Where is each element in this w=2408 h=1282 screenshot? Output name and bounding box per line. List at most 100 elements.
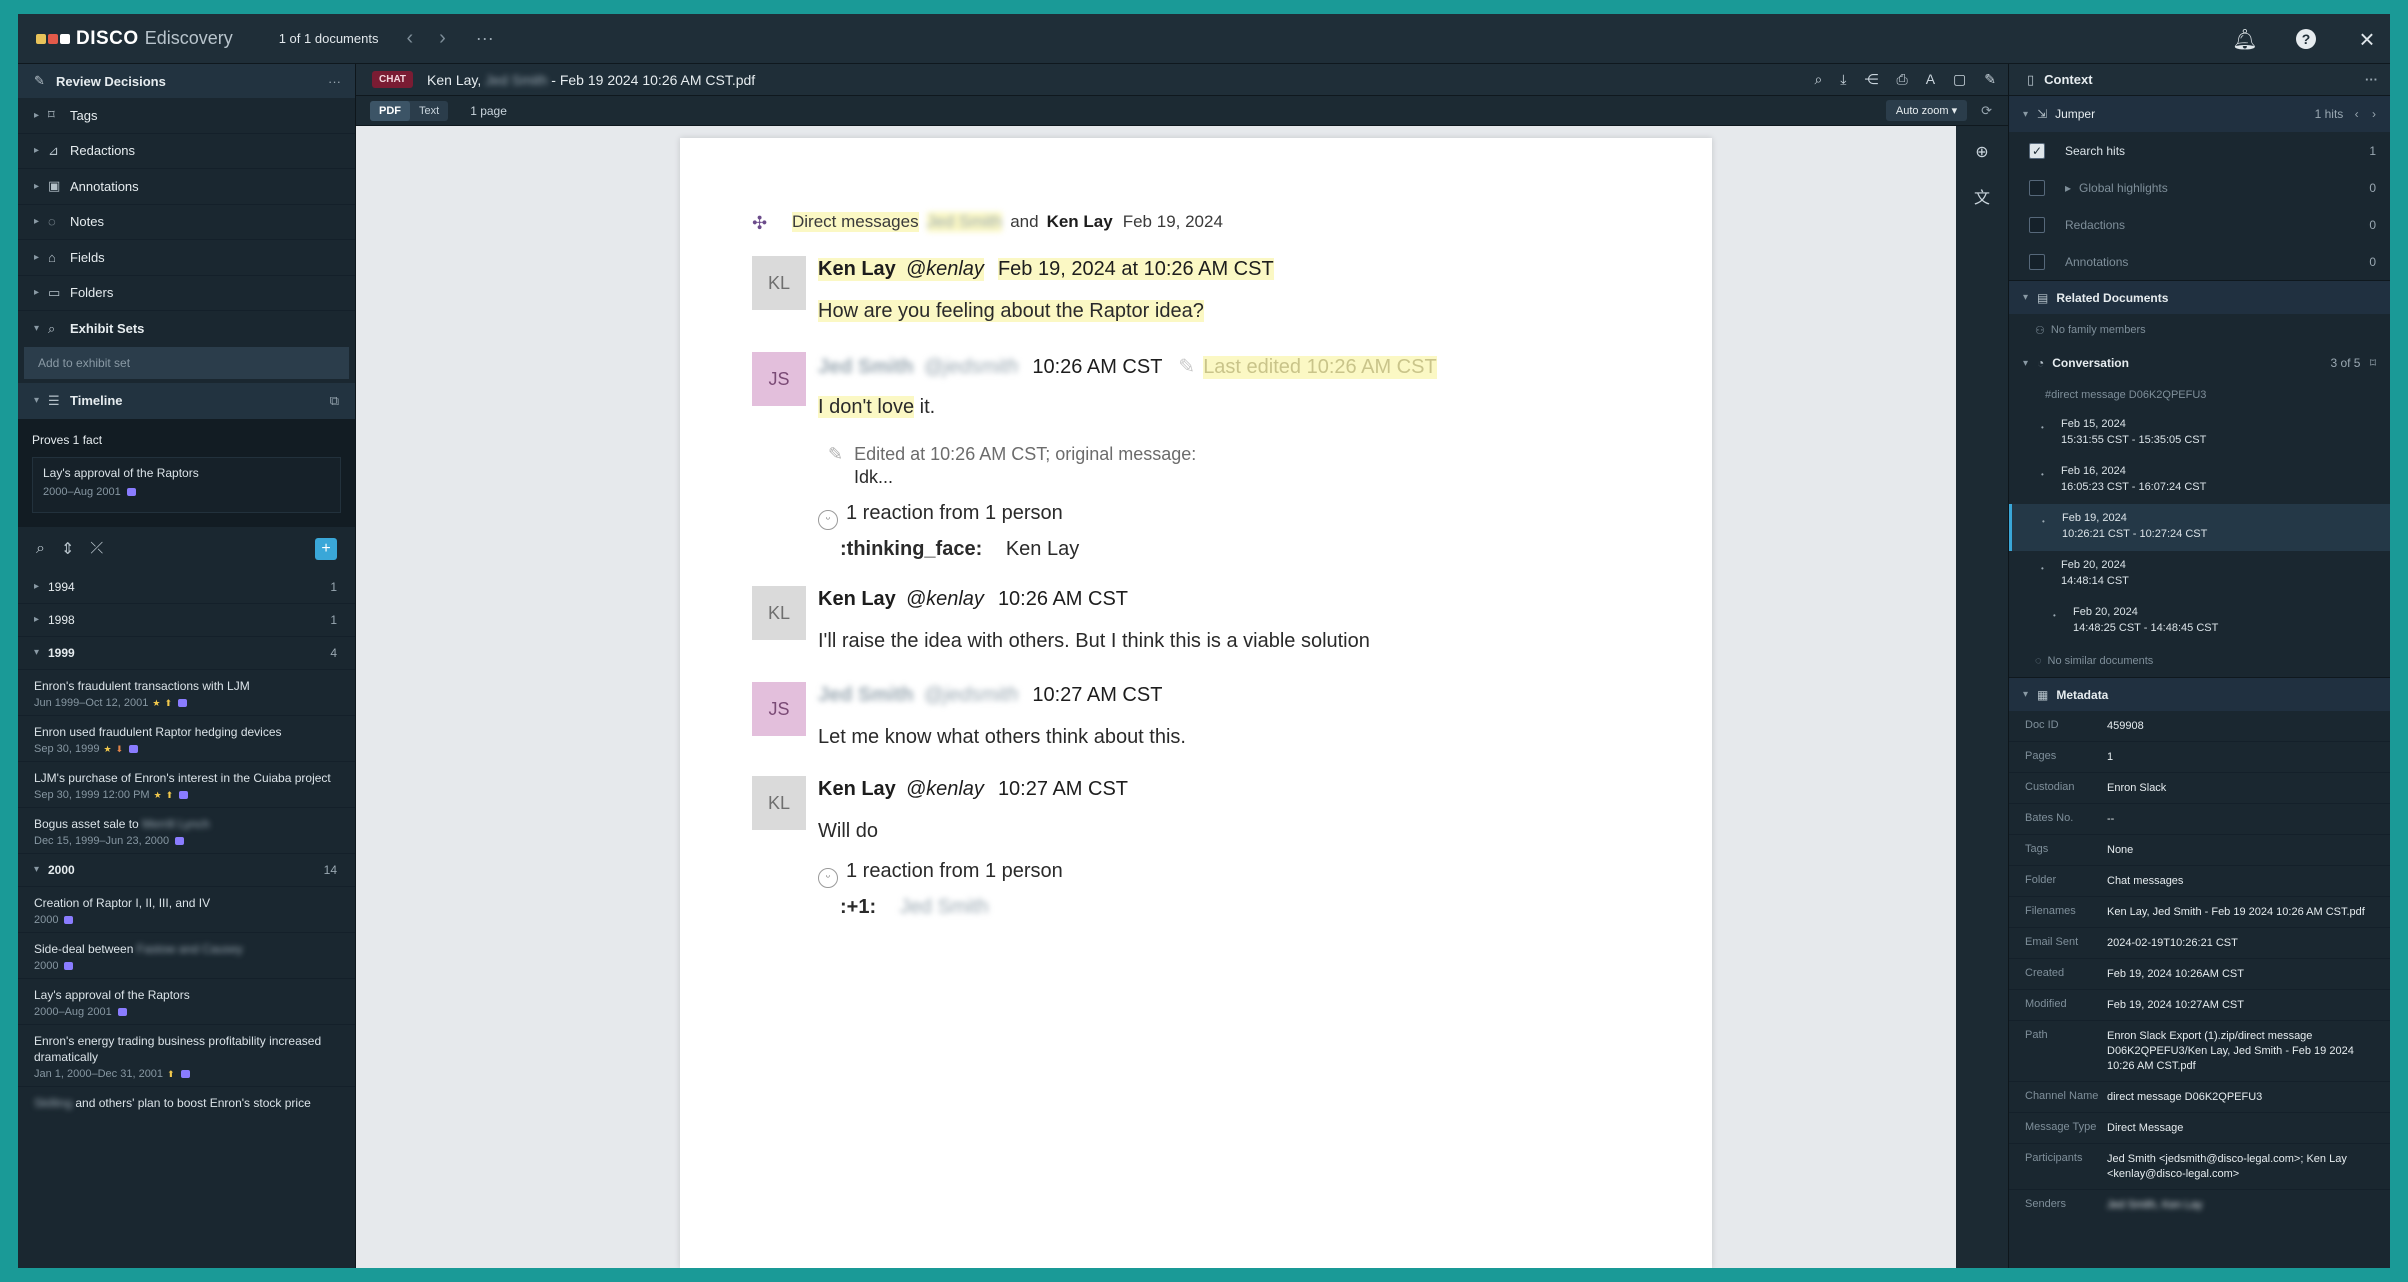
more-options-icon[interactable]: ··· <box>476 28 494 49</box>
year-group[interactable]: ▾ 2000 14 <box>18 854 355 887</box>
exhibit-set-input[interactable]: Add to exhibit set <box>24 346 349 379</box>
tab-pdf[interactable]: PDF <box>370 100 410 121</box>
panel-more-icon[interactable]: ··· <box>2365 72 2378 87</box>
external-link-icon[interactable]: ⧉ <box>330 393 339 409</box>
notifications-bell-icon[interactable]: 🔔︎ <box>2232 27 2258 52</box>
section-exhibit-sets[interactable]: ▾ ⌕ Exhibit Sets <box>18 311 355 347</box>
share-icon[interactable]: ⋲ <box>1864 71 1878 88</box>
conversation-item[interactable]: • Feb 20, 2024 14:48:25 CST - 14:48:45 CST <box>2009 598 2390 645</box>
previous-document-icon[interactable]: ‹ <box>406 27 413 50</box>
next-hit-icon[interactable]: › <box>2372 107 2376 121</box>
conversation-item-active[interactable]: • Feb 19, 2024 10:26:21 CST - 10:27:24 CST <box>2009 504 2390 551</box>
download-icon[interactable]: ⤓ <box>1840 71 1846 88</box>
emoji-icon: ᵕ <box>818 510 838 530</box>
event-date: Sep 30, 1999 12:00 PM <box>34 788 150 801</box>
conv-range: 15:31:55 CST - 15:35:05 CST <box>2061 434 2207 446</box>
checkbox[interactable] <box>2029 253 2045 270</box>
related-documents-header[interactable]: ▾ ▤ Related Documents <box>2009 280 2390 314</box>
timeline-event[interactable]: Enron's fraudulent transactions with LJM… <box>18 670 355 716</box>
timeline-event[interactable]: Skilling and others' plan to boost Enron… <box>18 1087 355 1117</box>
search-icon[interactable]: ⌕ <box>1814 71 1822 88</box>
sender-handle: @kenlay <box>905 588 984 610</box>
add-fact-button[interactable]: + <box>315 537 337 560</box>
conv-range: 14:48:25 CST - 14:48:45 CST <box>2073 622 2219 634</box>
timeline-event[interactable]: Lay's approval of the Raptors 2000–Aug 2… <box>18 979 355 1025</box>
fact-card[interactable]: Lay's approval of the Raptors 2000–Aug 2… <box>32 456 341 513</box>
timeline-event[interactable]: Side-deal between Fastow and Causey 2000 <box>18 933 355 979</box>
panel-more-icon[interactable]: ··· <box>328 74 341 89</box>
comment-icon[interactable]: ▢ <box>1953 71 1966 88</box>
checkbox[interactable] <box>2029 179 2045 196</box>
meta-key: Modified <box>2025 998 2067 1010</box>
message-header: Ken Lay @kenlay Feb 19, 2024 at 10:26 AM… <box>818 258 1274 281</box>
chat-header: ✣ Direct messages Jed Smith and Ken Lay … <box>752 212 1223 233</box>
section-tags[interactable]: ▸ ⌑ Tags <box>18 98 355 134</box>
collapse-icon[interactable]: ⤫ <box>90 540 103 558</box>
timeline-event[interactable]: Enron's energy trading business profitab… <box>18 1025 355 1087</box>
doc-badge-icon <box>64 915 74 924</box>
hits-nav: 1 hits ‹ › <box>2315 107 2376 121</box>
section-redactions[interactable]: ▸ ⊿ Redactions <box>18 134 355 169</box>
gavel-icon: ✎ <box>34 73 45 88</box>
meta-row: Path Enron Slack Export (1).zip/direct me… <box>2009 1021 2390 1082</box>
search-icon[interactable]: ⌕ <box>36 540 45 558</box>
jumper-row-annotations[interactable]: Annotations 0 <box>2009 243 2390 280</box>
translate-icon[interactable]: 文 <box>1974 184 1990 208</box>
section-folders[interactable]: ▸ ▭ Folders <box>18 276 355 311</box>
event-date-row: Jun 1999–Oct 12, 2001 ★ ⬆ <box>34 697 339 709</box>
checkbox[interactable]: ✓ <box>2029 142 2045 159</box>
conversation-item[interactable]: • Feb 16, 2024 16:05:23 CST - 16:07:24 CST <box>2009 457 2390 504</box>
timeline-event[interactable]: LJM's purchase of Enron's interest in th… <box>18 762 355 808</box>
prev-hit-icon[interactable]: ‹ <box>2355 107 2359 121</box>
tab-text[interactable]: Text <box>410 101 448 121</box>
metadata-header[interactable]: ▾ ▦ Metadata <box>2009 677 2390 711</box>
redacted-text: Jed Smith <box>818 356 914 378</box>
event-date: Jan 1, 2000–Dec 31, 2001 <box>34 1067 164 1080</box>
timeline-event[interactable]: Enron used fraudulent Raptor hedging dev… <box>18 716 355 762</box>
document-tools: ⌕ ⤓ ⋲ ⎙ A ▢ ✎ <box>1814 71 1996 88</box>
event-date: 2000–Aug 2001 <box>34 1005 112 1018</box>
caret-right-icon: ▸ <box>34 251 40 263</box>
conversation-header[interactable]: ▾ ◔ Conversation 3 of 5 ⌑ <box>2009 346 2390 380</box>
meta-value: Jed Smith, Ken Lay <box>2107 1199 2203 1211</box>
year-count: 4 <box>330 645 337 660</box>
add-note-icon[interactable]: ⊕ <box>1975 142 1988 162</box>
edit-pen-icon[interactable]: ✎ <box>1984 71 1996 88</box>
meta-row: Folder Chat messages <box>2009 866 2390 897</box>
year-group[interactable]: ▸ 1994 1 <box>18 571 355 604</box>
timeline-event[interactable]: Bogus asset sale to Merrill Lynch Dec 15… <box>18 808 355 854</box>
timeline-header[interactable]: ▾ ☰ Timeline ⧉ <box>18 382 355 419</box>
highlight-icon[interactable]: A <box>1926 71 1935 88</box>
zoom-select[interactable]: Auto zoom ▾ <box>1885 100 1968 121</box>
section-annotations[interactable]: ▸ ▣ Annotations <box>18 169 355 205</box>
rotate-icon[interactable]: ⟳ <box>1981 103 1992 119</box>
close-icon[interactable]: × <box>2354 24 2380 55</box>
jumper-row-search-hits[interactable]: ✓ Search hits 1 <box>2009 132 2390 169</box>
caret-right-icon: ▸ <box>2065 180 2072 195</box>
jumper-row-global-highlights[interactable]: ▸ Global highlights 0 <box>2009 169 2390 206</box>
reaction-detail: :+1: Jed Smith <box>840 896 989 919</box>
conversation-item[interactable]: • Feb 15, 2024 15:31:55 CST - 15:35:05 CST <box>2009 410 2390 457</box>
print-icon[interactable]: ⎙ <box>1896 71 1907 88</box>
conversation-count: 3 of 5 <box>2330 356 2361 370</box>
help-icon[interactable]: ? <box>2296 29 2316 49</box>
jumper-row-redactions[interactable]: Redactions 0 <box>2009 206 2390 243</box>
conversation-item[interactable]: • Feb 20, 2024 14:48:14 CST <box>2009 551 2390 598</box>
meta-row: Senders Jed Smith, Ken Lay <box>2009 1190 2390 1220</box>
timeline-event[interactable]: Creation of Raptor I, II, III, and IV 20… <box>18 887 355 933</box>
message-text: it. <box>914 396 936 418</box>
year-group[interactable]: ▸ 1998 1 <box>18 604 355 637</box>
tag-icon[interactable]: ⌑ <box>2370 356 2376 370</box>
brand[interactable]: DISCO Ediscovery <box>36 28 233 50</box>
section-fields[interactable]: ▸ ⌂ Fields <box>18 240 355 276</box>
caret-right-icon: ▸ <box>34 614 40 625</box>
pdf-page: ✣ Direct messages Jed Smith and Ken Lay … <box>680 138 1712 1268</box>
next-document-icon[interactable]: › <box>439 27 446 50</box>
section-notes[interactable]: ▸ ◌ Notes <box>18 205 355 240</box>
jumper-header[interactable]: ▾ ⇲ Jumper 1 hits ‹ › <box>2009 96 2390 132</box>
checkbox[interactable] <box>2029 216 2045 233</box>
caret-right-icon: ▸ <box>34 581 40 592</box>
year-group[interactable]: ▾ 1999 4 <box>18 637 355 670</box>
pdf-viewport[interactable]: ✣ Direct messages Jed Smith and Ken Lay … <box>356 126 2008 1268</box>
expand-icon[interactable]: ⇕ <box>61 539 74 559</box>
